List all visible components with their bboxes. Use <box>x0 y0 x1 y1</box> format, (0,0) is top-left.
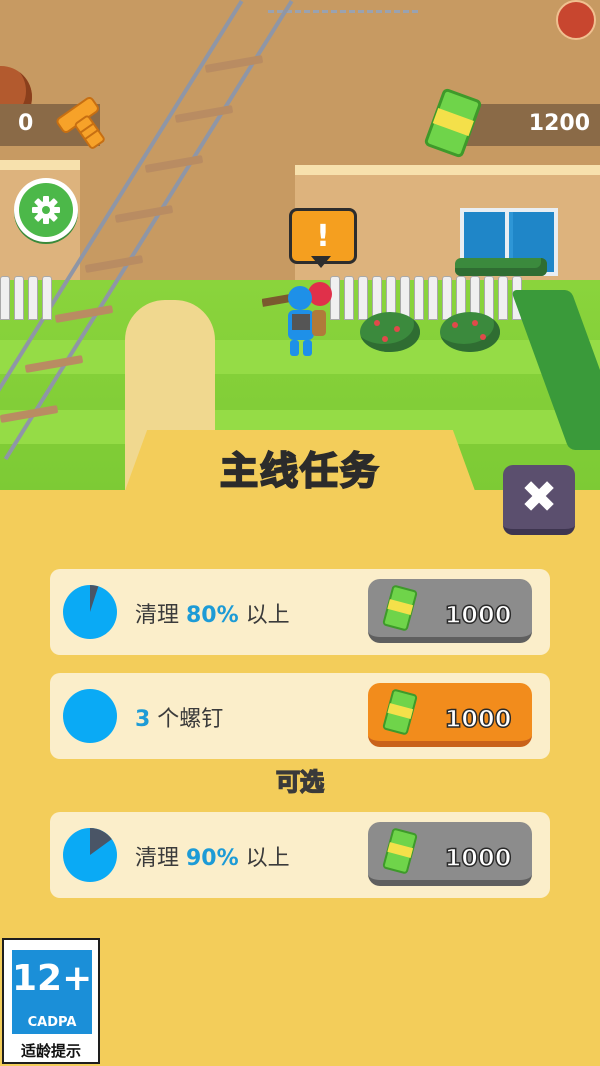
money-count: 1200 <box>528 111 590 136</box>
logo-badge <box>556 0 596 40</box>
task-reward-button[interactable]: 1000 <box>368 579 532 643</box>
gear-icon <box>32 196 60 224</box>
task-progress-pie <box>63 585 117 639</box>
cash-icon <box>382 689 418 735</box>
task-label: 清理 90% 以上 <box>135 846 290 871</box>
task-progress-pie <box>63 828 117 882</box>
reward-amount: 1000 <box>444 704 512 734</box>
optional-section-label: 可选 <box>275 767 325 797</box>
flower-bush <box>360 312 420 352</box>
fence-right <box>330 276 522 320</box>
quest-panel-title: 主线任务 <box>219 448 380 494</box>
task-label: 3 个螺钉 <box>135 707 224 732</box>
task-reward-button[interactable]: 1000 <box>368 822 532 886</box>
task-card: 清理 80% 以上 1000 <box>50 569 550 655</box>
alert-bubble-tail <box>311 256 331 268</box>
reward-amount: 1000 <box>444 600 512 630</box>
cash-icon <box>382 585 418 631</box>
age-rating-hint: 适龄提示 <box>20 1042 81 1060</box>
close-icon: ✖ <box>520 471 558 523</box>
bolt-icon <box>56 96 105 149</box>
flower-bush <box>440 312 500 352</box>
cash-icon <box>424 88 482 158</box>
reward-amount: 1000 <box>444 843 512 873</box>
fence-left <box>0 276 52 320</box>
bolt-count: 0 <box>18 111 34 136</box>
age-rating-badge: 12+ CADPA 适龄提示 <box>2 938 100 1064</box>
task-label: 清理 80% 以上 <box>135 603 290 628</box>
age-rating-number: 12+ <box>12 958 93 999</box>
settings-button[interactable] <box>14 178 78 242</box>
task-card: 清理 90% 以上 1000 <box>50 812 550 898</box>
task-progress-pie <box>63 689 117 743</box>
age-rating-org: CADPA <box>27 1015 77 1030</box>
claim-reward-button[interactable]: 1000 <box>368 683 532 747</box>
player-character <box>262 282 332 356</box>
close-button[interactable]: ✖ <box>503 465 575 535</box>
pie-base <box>63 689 117 743</box>
task-card: 3 个螺钉 1000 <box>50 673 550 759</box>
window-planter <box>455 258 547 276</box>
cash-icon <box>382 828 418 874</box>
